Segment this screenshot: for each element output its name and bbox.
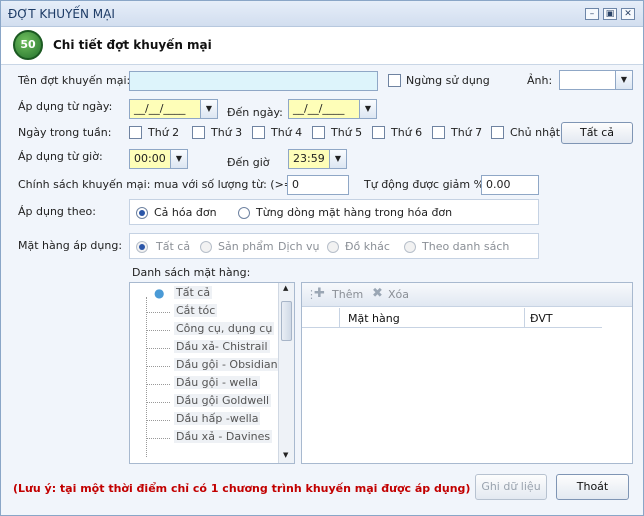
to-time-picker[interactable]: 23:59 ▼ xyxy=(288,149,347,169)
add-item-button[interactable]: Thêm xyxy=(332,288,363,301)
chevron-down-icon[interactable]: ▼ xyxy=(615,71,632,89)
promotion-name-label: Tên đợt khuyến mại: xyxy=(18,74,131,87)
stop-use-label: Ngừng sử dụng xyxy=(406,74,490,87)
from-date-label: Áp dụng từ ngày: xyxy=(18,100,113,113)
applied-items-radio-other[interactable] xyxy=(327,241,339,253)
weekday-label-tue: Thứ 3 xyxy=(211,126,243,139)
from-date-picker[interactable]: __/__/____ ▼ xyxy=(129,99,218,119)
maximize-button[interactable]: ▣ xyxy=(603,8,617,20)
tree-item[interactable]: Tất cả xyxy=(174,286,213,299)
applied-items-label-product: Sản phẩm xyxy=(218,240,274,253)
chevron-down-icon[interactable]: ▼ xyxy=(329,150,346,168)
applied-items-label: Mặt hàng áp dụng: xyxy=(18,239,123,252)
to-time-value: 23:59 xyxy=(293,152,325,165)
apply-by-radio-invoice[interactable] xyxy=(136,207,148,219)
weekday-label-sun: Chủ nhật xyxy=(510,126,561,139)
column-header-item[interactable]: Mặt hàng xyxy=(348,312,400,325)
apply-by-label-invoice: Cả hóa đơn xyxy=(154,206,217,219)
promotion-note: (Lưu ý: tại một thời điểm chỉ có 1 chươn… xyxy=(13,482,471,495)
from-time-label: Áp dụng từ giờ: xyxy=(18,150,103,163)
weekdays-label: Ngày trong tuần: xyxy=(18,126,112,139)
weekday-checkbox-sat[interactable] xyxy=(432,126,445,139)
chevron-down-icon[interactable]: ▼ xyxy=(170,150,187,168)
detail-header: 50 Chi tiết đợt khuyến mại xyxy=(1,27,643,65)
tree-item[interactable]: Công cụ, dụng cụ xyxy=(174,322,275,335)
weekday-checkbox-wed[interactable] xyxy=(252,126,265,139)
applied-items-radio-product[interactable] xyxy=(200,241,212,253)
from-time-value: 00:00 xyxy=(134,152,166,165)
close-button[interactable]: ✕ xyxy=(621,8,635,20)
weekday-checkbox-tue[interactable] xyxy=(192,126,205,139)
promotion-name-input[interactable] xyxy=(129,71,378,91)
applied-items-radio-all[interactable] xyxy=(136,241,148,253)
weekday-label-thu: Thứ 5 xyxy=(331,126,363,139)
applied-items-label-other: Đồ khác xyxy=(345,240,390,253)
scroll-down-icon[interactable]: ▼ xyxy=(283,451,288,459)
applied-items-label-all: Tất cả xyxy=(156,240,191,253)
apply-by-label: Áp dụng theo: xyxy=(18,205,96,218)
apply-by-radio-line[interactable] xyxy=(238,207,250,219)
to-date-picker[interactable]: __/__/____ ▼ xyxy=(288,99,377,119)
stop-use-checkbox[interactable] xyxy=(388,74,401,87)
weekday-label-wed: Thứ 4 xyxy=(271,126,303,139)
weekday-label-fri: Thứ 6 xyxy=(391,126,423,139)
weekday-label-sat: Thứ 7 xyxy=(451,126,483,139)
minimize-button[interactable]: – xyxy=(585,8,599,20)
save-button[interactable]: Ghi dữ liệu xyxy=(475,474,547,500)
tree-item[interactable]: Dầu gội Goldwell xyxy=(174,394,272,407)
item-tree[interactable]: ● Tất cả Cắt tóc Công cụ, dụng cụ Dầu xả… xyxy=(129,282,295,464)
tree-item[interactable]: Dầu gội - Obsidian xyxy=(174,358,280,371)
column-header-unit[interactable]: ĐVT xyxy=(530,312,553,325)
page-title: Chi tiết đợt khuyến mại xyxy=(53,38,212,52)
image-label: Ảnh: xyxy=(527,74,553,87)
grid-header-row: Mặt hàng ĐVT xyxy=(302,308,602,328)
tree-item[interactable]: Dầu hấp -wella xyxy=(174,412,261,425)
exit-button[interactable]: Thoát xyxy=(556,474,629,500)
auto-discount-input[interactable]: 0.00 xyxy=(481,175,539,195)
promotion-window: ĐỢT KHUYẾN MẠI – ▣ ✕ 50 Chi tiết đợt khu… xyxy=(0,0,644,516)
tree-item[interactable]: Dầu xả- Chistrail xyxy=(174,340,270,353)
applied-items-label-list: Theo danh sách xyxy=(422,240,510,253)
apply-by-group: Cả hóa đơn Từng dòng mặt hàng trong hóa … xyxy=(129,199,539,225)
apply-by-label-line: Từng dòng mặt hàng trong hóa đơn xyxy=(256,206,453,219)
promotion-logo-icon: 50 xyxy=(13,30,43,60)
delete-item-button[interactable]: Xóa xyxy=(388,288,409,301)
delete-icon: ✖ xyxy=(372,286,383,301)
globe-icon: ● xyxy=(154,286,165,300)
title-bar: ĐỢT KHUYẾN MẠI – ▣ ✕ xyxy=(1,1,643,27)
scroll-up-icon[interactable]: ▲ xyxy=(283,284,288,292)
applied-items-group: Tất cả Sản phẩm Dịch vụ Đồ khác Theo dan… xyxy=(129,233,539,259)
chevron-down-icon[interactable]: ▼ xyxy=(359,100,376,118)
tree-item[interactable]: Dầu xả - Davines xyxy=(174,430,273,443)
weekday-checkbox-thu[interactable] xyxy=(312,126,325,139)
tree-item[interactable]: Cắt tóc xyxy=(174,304,218,317)
window-title: ĐỢT KHUYẾN MẠI xyxy=(8,7,115,21)
from-time-picker[interactable]: 00:00 ▼ xyxy=(129,149,188,169)
applied-items-radio-list[interactable] xyxy=(404,241,416,253)
from-date-value: __/__/____ xyxy=(134,102,186,115)
tree-scrollbar[interactable]: ▲ ▼ xyxy=(278,283,294,463)
select-all-weekdays-button[interactable]: Tất cả xyxy=(561,122,633,144)
to-date-value: __/__/____ xyxy=(293,102,345,115)
to-date-label: Đến ngày: xyxy=(227,106,283,119)
weekday-checkbox-fri[interactable] xyxy=(372,126,385,139)
weekday-checkbox-mon[interactable] xyxy=(129,126,142,139)
scroll-thumb[interactable] xyxy=(281,301,292,341)
weekday-checkbox-sun[interactable] xyxy=(491,126,504,139)
item-grid-panel: ⋮ ✚ Thêm ✖ Xóa Mặt hàng ĐVT xyxy=(301,282,633,464)
item-list-label: Danh sách mặt hàng: xyxy=(132,266,251,279)
tree-item[interactable]: Dầu gội - wella xyxy=(174,376,261,389)
plus-icon: ✚ xyxy=(314,286,325,301)
grid-toolbar: ⋮ ✚ Thêm ✖ Xóa xyxy=(302,283,632,307)
policy-quantity-input[interactable]: 0 xyxy=(287,175,349,195)
auto-discount-label: Tự động được giảm %: xyxy=(364,178,488,191)
policy-label: Chính sách khuyến mại: mua với số lượng … xyxy=(18,178,298,191)
chevron-down-icon[interactable]: ▼ xyxy=(200,100,217,118)
applied-items-label-service: Dịch vụ xyxy=(278,240,320,253)
weekday-label-mon: Thứ 2 xyxy=(148,126,180,139)
to-time-label: Đến giờ xyxy=(227,156,270,169)
image-select[interactable]: ▼ xyxy=(559,70,633,90)
